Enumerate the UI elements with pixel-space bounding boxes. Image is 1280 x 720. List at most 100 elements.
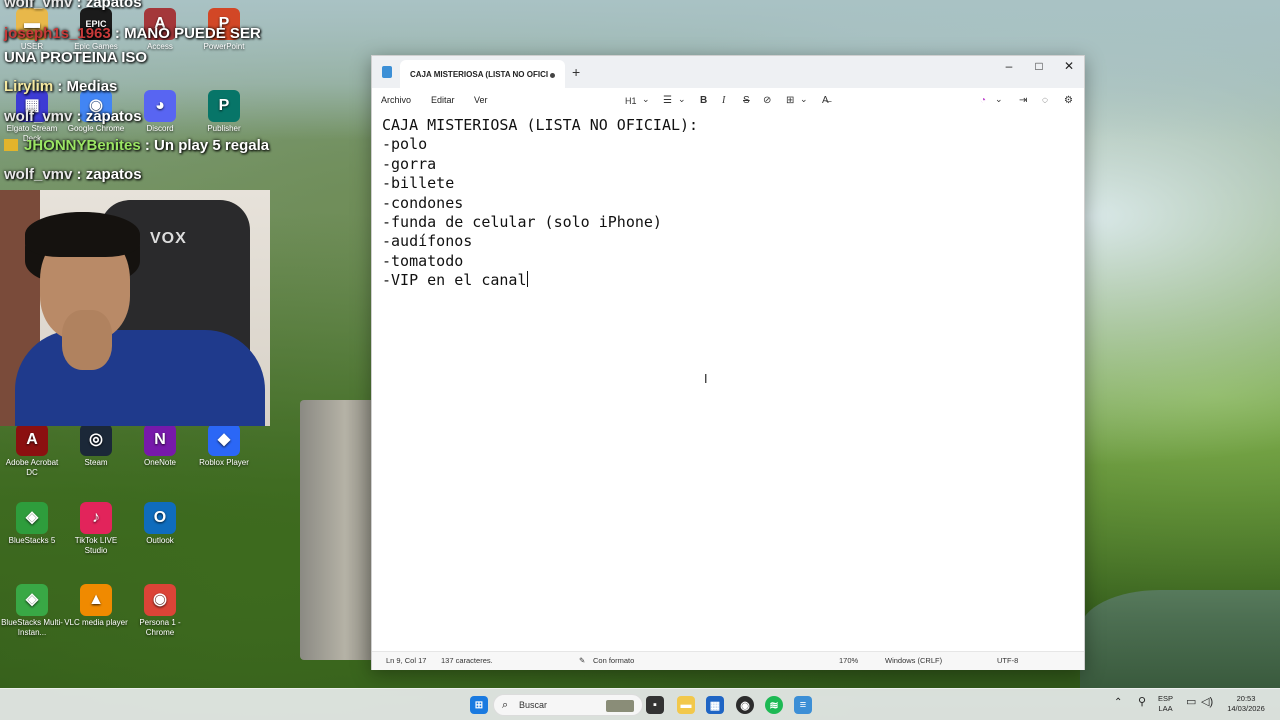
share-icon[interactable]: ⇥ xyxy=(1019,93,1027,109)
desktop-shortcut-label: Adobe Acrobat DC xyxy=(5,458,59,477)
desktop-shortcut[interactable]: ◈ BlueStacks Multi-Instan... xyxy=(0,584,64,638)
notepad-window[interactable]: CAJA MISTERIOSA (LISTA NO OFICI + – □ ✕ … xyxy=(371,55,1085,670)
document-tab[interactable]: CAJA MISTERIOSA (LISTA NO OFICI xyxy=(400,60,565,88)
volume-icon[interactable]: ◁) xyxy=(1201,697,1213,708)
unsaved-dot-icon xyxy=(550,73,555,78)
chat-text: zapatos xyxy=(85,108,142,125)
desktop-shortcut-label: Google Chrome xyxy=(67,124,125,133)
clock-date: 14/03/2026 xyxy=(1227,704,1265,713)
language-indicator[interactable]: ESP LAA xyxy=(1158,694,1173,714)
desktop-shortcut-label: TikTok LIVE Studio xyxy=(74,536,118,555)
close-button[interactable]: ✕ xyxy=(1054,59,1084,73)
chat-separator: : xyxy=(72,108,86,125)
strikethrough-button[interactable]: S xyxy=(743,93,750,109)
bluestacks-multi-icon: ◈ xyxy=(16,584,48,616)
chat-separator: : xyxy=(53,78,67,95)
desktop-shortcut-label: PowerPoint xyxy=(203,42,245,51)
obs-icon[interactable]: ◉ xyxy=(736,696,754,714)
encoding[interactable]: UTF-8 xyxy=(997,656,1018,665)
editor-line: -billete xyxy=(382,174,455,193)
file-explorer-icon[interactable]: ▬ xyxy=(677,696,695,714)
chat-message: Lirylim : Medias xyxy=(4,78,117,95)
notepad-taskbar-icon[interactable]: ≡ xyxy=(794,696,812,714)
clock[interactable]: 20:53 14/03/2026 xyxy=(1222,694,1270,714)
title-bar[interactable]: CAJA MISTERIOSA (LISTA NO OFICI + – □ ✕ xyxy=(372,56,1084,88)
editor-line-last: -VIP en el canal xyxy=(382,271,1072,290)
windows-start-icon[interactable]: ⊞ xyxy=(470,696,488,714)
desktop-shortcut[interactable]: N OneNote xyxy=(128,424,192,468)
maximize-button[interactable]: □ xyxy=(1024,59,1054,73)
desktop-shortcut-label: BlueStacks Multi-Instan... xyxy=(1,618,63,637)
chat-separator: : xyxy=(110,25,125,42)
chat-text: zapatos xyxy=(85,166,142,183)
chat-text: MANO PUEDE SER xyxy=(124,25,261,42)
heading-dropdown[interactable]: H1 xyxy=(625,93,637,109)
cursor-position: Ln 9, Col 17 xyxy=(386,656,427,665)
discord-icon: ◕ xyxy=(144,90,176,122)
desktop-shortcut-label: BlueStacks 5 xyxy=(8,536,56,545)
menu-view[interactable]: Ver xyxy=(474,95,488,105)
chat-username: wolf_vmv xyxy=(4,0,73,11)
spotify-icon[interactable]: ≋ xyxy=(765,696,783,714)
desktop-shortcut[interactable]: P Publisher xyxy=(192,90,256,134)
desktop-shortcut[interactable]: ◎ Steam xyxy=(64,424,128,468)
network-icon[interactable]: ▭ xyxy=(1186,697,1196,708)
format-mode-icon: ✎ xyxy=(579,656,586,665)
menu-edit[interactable]: Editar xyxy=(431,95,455,105)
chat-username: wolf_vmv xyxy=(4,108,73,125)
new-tab-button[interactable]: + xyxy=(572,64,580,80)
editor-line: -tomatodo xyxy=(382,251,464,270)
list-icon[interactable]: ☰ xyxy=(663,93,672,109)
desktop-shortcut-label: VLC media player xyxy=(64,618,128,627)
desktop-shortcut[interactable]: ◈ BlueStacks 5 xyxy=(0,502,64,546)
microsoft-store-icon[interactable]: ▦ xyxy=(706,696,724,714)
desktop-shortcut[interactable]: ◉ Persona 1 - Chrome xyxy=(128,584,192,638)
menu-file[interactable]: Archivo xyxy=(381,95,411,105)
editor-line: -gorra xyxy=(382,154,437,173)
desktop-shortcut[interactable]: A Adobe Acrobat DC xyxy=(0,424,64,478)
desktop-shortcut-label: Roblox Player xyxy=(199,458,249,467)
format-mode[interactable]: Con formato xyxy=(593,656,634,665)
clear-formatting-icon[interactable]: A̶ xyxy=(822,93,829,109)
chat-username: JHONNYBenites xyxy=(24,137,141,154)
chevron-down-icon: ⌄ xyxy=(800,94,808,104)
link-icon[interactable]: ⊘ xyxy=(763,93,771,109)
bluestacks-icon: ◈ xyxy=(16,502,48,534)
desktop-shortcut[interactable]: ♪ TikTok LIVE Studio xyxy=(64,502,128,556)
desktop-shortcut-label: Persona 1 - Chrome xyxy=(139,618,181,637)
search-placeholder: Buscar xyxy=(519,700,548,710)
account-icon[interactable]: ◌ xyxy=(1042,93,1048,109)
tiktok-icon: ♪ xyxy=(80,502,112,534)
search-icon: ⌕ xyxy=(502,699,509,711)
tray-overflow-icon[interactable]: ⌃ xyxy=(1114,698,1122,708)
chat-text: zapatos xyxy=(85,0,142,11)
chat-text: Medias xyxy=(66,78,118,95)
desktop-shortcut-label: Outlook xyxy=(146,536,174,545)
editor-line: CAJA MISTERIOSA (LISTA NO OFICIAL): xyxy=(382,116,699,134)
chrome-profile-icon: ◉ xyxy=(144,584,176,616)
line-ending[interactable]: Windows (CRLF) xyxy=(885,656,942,665)
webcam-streamer-hand xyxy=(62,310,112,370)
chat-separator: : xyxy=(72,0,86,11)
chat-text: UNA PROTEINA ISO xyxy=(4,49,148,66)
location-icon[interactable]: ⚲ xyxy=(1138,697,1146,708)
clock-time: 20:53 xyxy=(1236,694,1256,703)
chat-message: wolf_vmv : zapatos xyxy=(4,0,142,11)
table-icon[interactable]: ⊞ xyxy=(786,93,794,109)
chat-text: Un play 5 regala xyxy=(154,137,270,154)
zoom-level[interactable]: 170% xyxy=(839,656,858,665)
chair-brand-label: VOX xyxy=(150,230,187,247)
desktop-shortcut[interactable]: ▲ VLC media player xyxy=(64,584,128,628)
search-box[interactable]: ⌕ Buscar xyxy=(493,694,643,716)
text-editor[interactable]: CAJA MISTERIOSA (LISTA NO OFICIAL): -pol… xyxy=(382,116,1072,646)
task-view-icon[interactable]: ▪ xyxy=(646,696,664,714)
desktop-shortcut[interactable]: O Outlook xyxy=(128,502,192,546)
copilot-icon[interactable]: ◔ xyxy=(980,93,986,109)
settings-gear-icon[interactable]: ⚙ xyxy=(1064,93,1073,109)
desktop-shortcut[interactable]: ◆ Roblox Player xyxy=(192,424,256,468)
italic-button[interactable]: I xyxy=(722,93,725,109)
status-bar: Ln 9, Col 17 137 caracteres. ✎ Con forma… xyxy=(372,651,1084,670)
minimize-button[interactable]: – xyxy=(994,59,1024,73)
desktop-shortcut-label: Publisher xyxy=(207,124,241,133)
bold-button[interactable]: B xyxy=(700,93,707,109)
